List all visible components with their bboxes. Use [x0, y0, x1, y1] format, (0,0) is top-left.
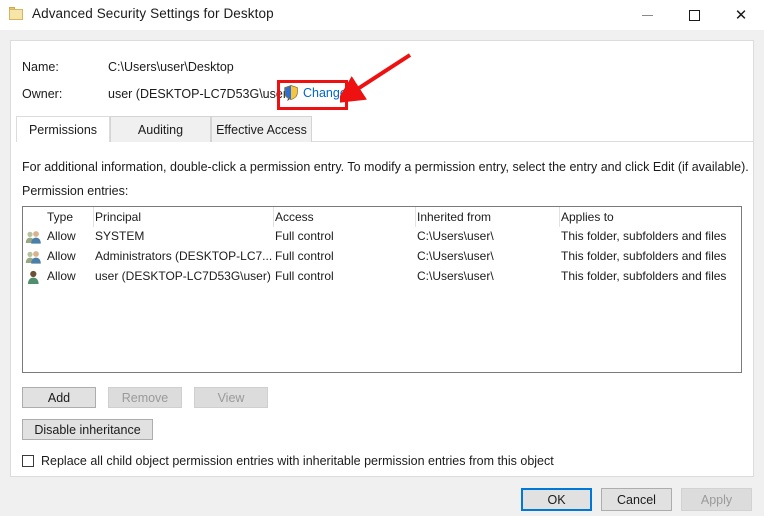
column-header-type[interactable]: Type	[47, 210, 73, 224]
tab-permissions-label: Permissions	[28, 122, 98, 137]
ok-button-label: OK	[547, 492, 566, 507]
permission-entries-list[interactable]: Type Principal Access Inherited from App…	[22, 206, 742, 373]
group-icon	[25, 249, 42, 266]
minimize-icon	[641, 14, 653, 16]
cell-principal: SYSTEM	[95, 229, 145, 243]
cell-access: Full control	[275, 229, 334, 243]
group-icon	[25, 229, 42, 246]
list-header-row: Type Principal Access Inherited from App…	[23, 207, 741, 227]
column-divider	[273, 207, 274, 227]
minimize-button[interactable]	[624, 0, 670, 30]
replace-child-permissions-label: Replace all child object permission entr…	[41, 454, 554, 468]
tab-permissions[interactable]: Permissions	[16, 116, 110, 142]
column-header-applies-to[interactable]: Applies to	[561, 210, 614, 224]
cell-access: Full control	[275, 269, 334, 283]
tab-auditing-label: Auditing	[137, 122, 184, 137]
column-divider	[415, 207, 416, 227]
cell-inherited-from: C:\Users\user\	[417, 249, 494, 263]
view-button[interactable]: View	[194, 387, 268, 408]
tab-auditing[interactable]: Auditing	[110, 116, 211, 142]
cancel-button-label: Cancel	[617, 492, 656, 507]
cell-type: Allow	[47, 249, 76, 263]
cell-type: Allow	[47, 229, 76, 243]
cell-inherited-from: C:\Users\user\	[417, 269, 494, 283]
maximize-button[interactable]	[671, 0, 717, 30]
close-icon: ✕	[734, 5, 748, 24]
table-row[interactable]: Allow user (DESKTOP-LC7D53G\user) Full c…	[23, 267, 741, 287]
disable-inheritance-button[interactable]: Disable inheritance	[22, 419, 153, 440]
view-button-label: View	[217, 390, 245, 405]
window-title: Advanced Security Settings for Desktop	[32, 6, 274, 21]
table-row[interactable]: Allow SYSTEM Full control C:\Users\user\…	[23, 227, 741, 247]
add-button[interactable]: Add	[22, 387, 96, 408]
cell-access: Full control	[275, 249, 334, 263]
change-owner-link[interactable]: Change	[284, 85, 347, 100]
permission-entries-label: Permission entries:	[22, 184, 129, 198]
replace-child-permissions-checkbox[interactable]	[22, 455, 34, 467]
user-icon	[25, 269, 42, 286]
cell-applies-to: This folder, subfolders and files	[561, 249, 727, 263]
column-divider	[559, 207, 560, 227]
uac-shield-icon	[284, 85, 298, 100]
owner-value: user (DESKTOP-LC7D53G\user)	[108, 87, 292, 101]
cell-applies-to: This folder, subfolders and files	[561, 229, 727, 243]
tab-effective-access-label: Effective Access	[216, 122, 307, 137]
column-header-access[interactable]: Access	[275, 210, 314, 224]
disable-inheritance-label: Disable inheritance	[34, 422, 141, 437]
cell-inherited-from: C:\Users\user\	[417, 229, 494, 243]
column-divider	[93, 207, 94, 227]
ok-button[interactable]: OK	[521, 488, 592, 511]
apply-button-label: Apply	[700, 492, 733, 507]
add-button-label: Add	[47, 390, 71, 405]
tab-strip-divider	[312, 141, 753, 142]
name-value: C:\Users\user\Desktop	[108, 60, 234, 74]
column-header-principal[interactable]: Principal	[95, 210, 141, 224]
info-text: For additional information, double-click…	[22, 160, 749, 174]
cell-type: Allow	[47, 269, 76, 283]
change-link-label[interactable]: Change	[303, 86, 347, 100]
owner-label: Owner:	[22, 87, 63, 101]
title-bar: Advanced Security Settings for Desktop ✕	[0, 0, 764, 30]
close-button[interactable]: ✕	[718, 0, 764, 30]
table-row[interactable]: Allow Administrators (DESKTOP-LC7... Ful…	[23, 247, 741, 267]
remove-button-label: Remove	[121, 390, 169, 405]
cancel-button[interactable]: Cancel	[601, 488, 672, 511]
folder-icon	[9, 7, 24, 20]
apply-button[interactable]: Apply	[681, 488, 752, 511]
cell-applies-to: This folder, subfolders and files	[561, 269, 727, 283]
name-label: Name:	[22, 60, 59, 74]
replace-child-permissions-row[interactable]: Replace all child object permission entr…	[22, 454, 554, 468]
tab-strip: Permissions Auditing Effective Access	[11, 116, 753, 142]
cell-principal: Administrators (DESKTOP-LC7...	[95, 249, 273, 263]
cell-principal: user (DESKTOP-LC7D53G\user)	[95, 269, 271, 283]
maximize-icon	[688, 9, 700, 21]
tab-effective-access[interactable]: Effective Access	[211, 116, 312, 142]
column-header-inherited-from[interactable]: Inherited from	[417, 210, 491, 224]
remove-button[interactable]: Remove	[108, 387, 182, 408]
